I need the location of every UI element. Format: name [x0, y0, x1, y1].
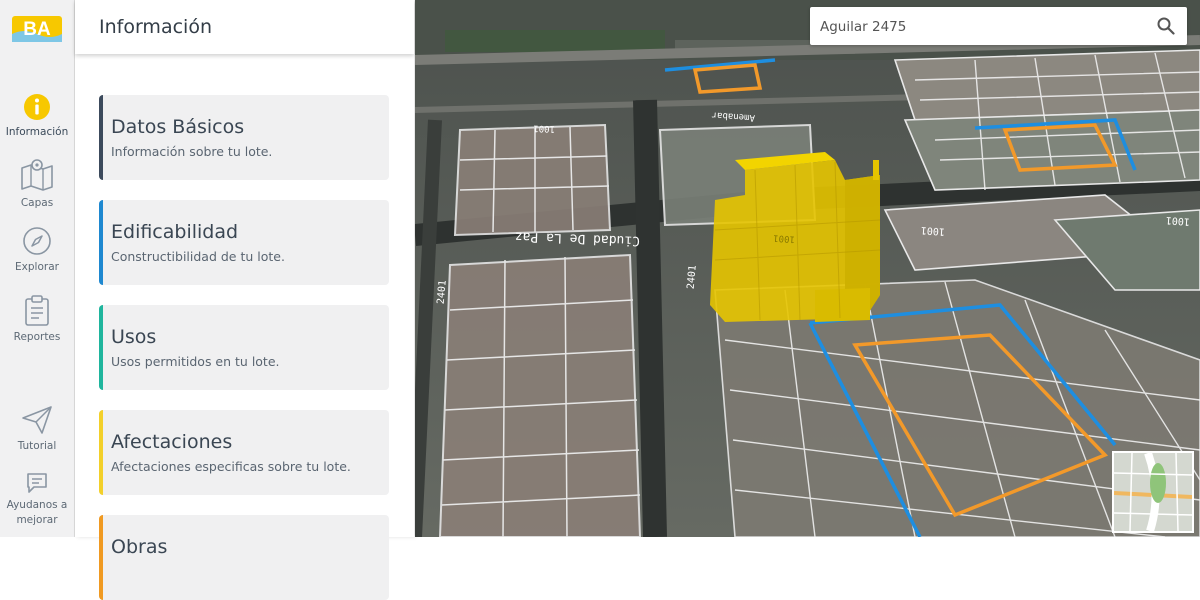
rail-item-ayudanos[interactable]: Ayudanos a mejorar	[0, 472, 74, 528]
logo-text: BA	[23, 19, 51, 40]
rail-label: Reportes	[13, 331, 61, 343]
card-subtitle: Información sobre tu lote.	[111, 144, 273, 159]
card-usos[interactable]: Usos Usos permitidos en tu lote.	[99, 305, 389, 390]
card-accent	[99, 200, 103, 285]
info-icon	[24, 94, 50, 120]
card-title: Usos	[111, 326, 157, 348]
block-number: 1001	[1166, 214, 1191, 227]
search-input[interactable]	[818, 13, 1142, 41]
card-datos-basicos[interactable]: Datos Básicos Información sobre tu lote.	[99, 95, 389, 180]
rail-item-capas[interactable]: Capas	[0, 158, 74, 210]
card-title: Datos Básicos	[111, 116, 245, 138]
info-panel: Información Datos Básicos Información so…	[75, 0, 414, 600]
clipboard-icon	[25, 295, 49, 326]
card-subtitle: Afectaciones especificas sobre tu lote.	[111, 459, 351, 474]
feedback-icon	[27, 473, 47, 493]
block-number: 2401	[686, 265, 699, 290]
card-title: Afectaciones	[111, 431, 233, 453]
rail-label: Información	[5, 126, 69, 138]
block-number: 1001	[533, 123, 555, 134]
card-subtitle: Constructibilidad de tu lote.	[111, 249, 285, 264]
rail-item-informacion[interactable]: Información	[0, 93, 74, 139]
card-title: Edificabilidad	[111, 221, 239, 243]
card-subtitle: Usos permitidos en tu lote.	[111, 354, 280, 369]
card-accent	[99, 515, 103, 600]
card-accent	[99, 410, 103, 495]
card-accent	[99, 95, 103, 180]
rail-item-explorar[interactable]: Explorar	[0, 226, 74, 274]
map-3d-view[interactable]: Ciudad De La Paz Amenabar 2401 2401 1001…	[415, 0, 1200, 537]
rail-label: Ayudanos a mejorar	[6, 499, 68, 526]
panel-header: Información	[75, 0, 414, 54]
compass-icon	[23, 227, 51, 255]
card-edificabilidad[interactable]: Edificabilidad Constructibilidad de tu l…	[99, 200, 389, 285]
card-obras[interactable]: Obras	[99, 515, 389, 600]
card-title: Obras	[111, 536, 168, 558]
paper-plane-icon	[22, 406, 52, 434]
card-accent	[99, 305, 103, 390]
search-icon[interactable]	[1157, 17, 1175, 35]
block-number: 1001	[773, 232, 795, 243]
ba-logo[interactable]: BA	[10, 14, 64, 44]
map-canvas[interactable]: Ciudad De La Paz Amenabar 2401 2401 1001…	[415, 0, 1200, 537]
rail-label: Tutorial	[17, 440, 57, 452]
basemap-toggle[interactable]	[1112, 451, 1194, 533]
rail-item-reportes[interactable]: Reportes	[0, 294, 74, 344]
address-search[interactable]	[810, 7, 1187, 45]
rail-label: Capas	[20, 197, 54, 209]
card-afectaciones[interactable]: Afectaciones Afectaciones especificas so…	[99, 410, 389, 495]
rail-item-tutorial[interactable]: Tutorial	[0, 405, 74, 453]
minimap-thumbnail	[1114, 453, 1192, 531]
map-icon	[21, 159, 53, 191]
page-title: Información	[99, 16, 212, 38]
nav-rail: BA Información Capas Explorar Reportes T…	[0, 0, 75, 537]
rail-label: Explorar	[15, 261, 59, 273]
block-number: 2401	[436, 280, 449, 305]
block-number: 1001	[921, 224, 946, 237]
